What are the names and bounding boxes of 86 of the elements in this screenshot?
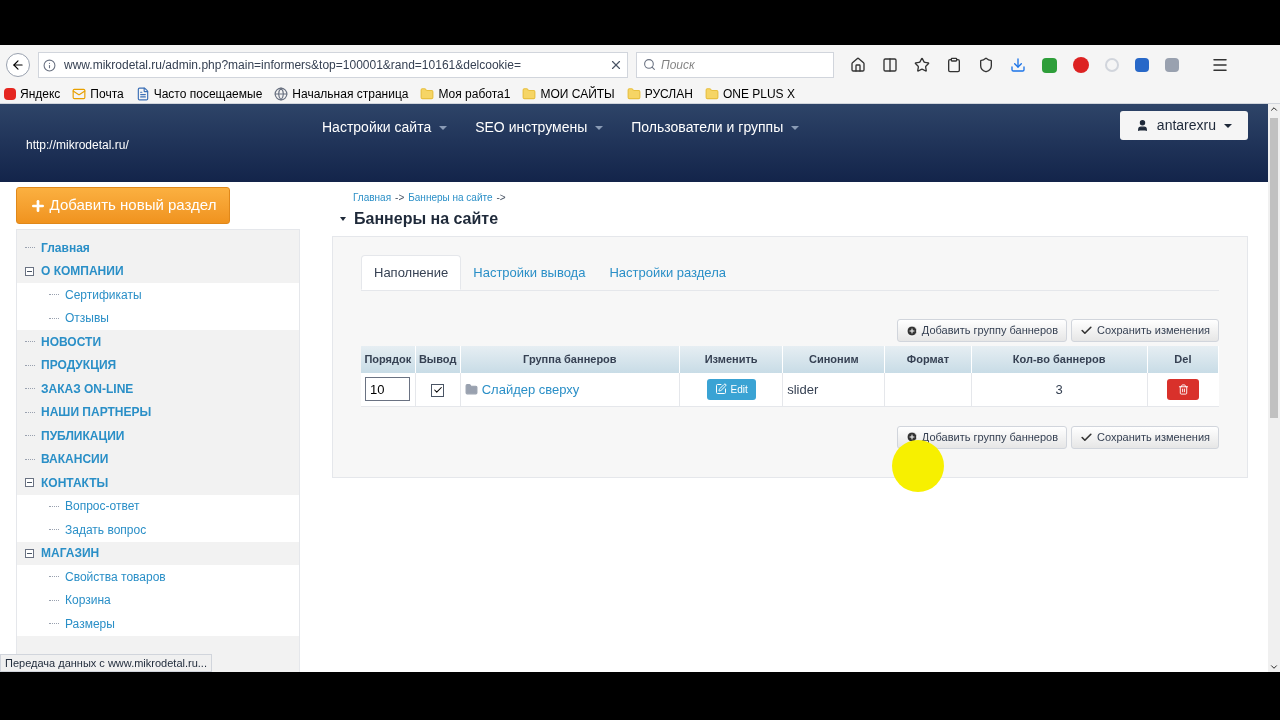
tree-link[interactable]: Корзина [65, 591, 111, 610]
edit-icon [714, 383, 727, 395]
collapse-toggle-icon[interactable] [25, 548, 34, 558]
menu-icon[interactable] [1211, 56, 1229, 74]
tree-link[interactable]: О КОМПАНИИ [41, 262, 124, 281]
caret-icon [340, 217, 346, 221]
table-cell: slider [782, 373, 885, 406]
collapse-toggle-icon[interactable] [25, 478, 34, 488]
bookmark-link[interactable]: Яндекс [4, 85, 61, 103]
nav-menu-item[interactable]: Настройки сайта [322, 117, 448, 138]
breadcrumb-separator: -> [496, 191, 506, 205]
bookmark-link[interactable]: Часто посещаемые [135, 85, 263, 103]
table-cell: 3 [971, 373, 1148, 406]
tree-link[interactable]: НАШИ ПАРТНЕРЫ [41, 403, 152, 422]
bookmark-link[interactable]: Начальная страница [274, 85, 409, 103]
order-input[interactable]: 10 [365, 377, 410, 402]
url-text: www.mikrodetal.ru/admin.php?main=informers&top=100001&rand=10161&delcookie= [64, 57, 522, 74]
nav-menu-item[interactable]: SEO инструмены [475, 117, 604, 138]
trash-icon [1177, 383, 1189, 395]
nav-menu-item[interactable]: Пользователи и группы [631, 117, 800, 138]
back-arrow-icon [11, 58, 25, 72]
bookmark-link[interactable]: Моя работа1 [420, 85, 511, 103]
sidebar-icon[interactable] [882, 57, 898, 73]
check-icon [1080, 324, 1094, 337]
tree-link[interactable]: ПУБЛИКАЦИИ [41, 426, 125, 445]
mail-icon [72, 87, 87, 101]
add-group-button[interactable]: Добавить группу баннеров [896, 425, 1068, 449]
bookmark-star-icon[interactable] [914, 57, 930, 73]
tree-link[interactable]: НОВОСТИ [41, 332, 102, 351]
check-icon [1080, 430, 1094, 444]
edit-button[interactable]: Edit [706, 378, 756, 400]
plus-circle-icon [905, 324, 918, 337]
add-group-button[interactable]: Добавить группу баннеров [896, 319, 1068, 342]
tab[interactable]: Наполнение [361, 255, 462, 290]
info-icon [43, 58, 56, 72]
tree-link[interactable]: Главная [41, 238, 90, 257]
tree-link[interactable]: КОНТАКТЫ [41, 473, 109, 492]
page-icon [135, 87, 150, 101]
plus-icon [29, 197, 46, 214]
scroll-up-icon[interactable] [1269, 104, 1279, 114]
tab[interactable]: Настройки вывода [461, 255, 598, 290]
scrollbar[interactable] [1268, 104, 1280, 672]
breadcrumb-link[interactable]: Баннеры на сайте [408, 190, 493, 205]
home-icon[interactable] [850, 57, 866, 73]
save-button[interactable]: Сохранить изменения [1071, 319, 1219, 342]
delete-button[interactable] [1167, 378, 1200, 400]
tree-link[interactable]: ВАКАНСИИ [41, 450, 109, 469]
clipboard-icon[interactable] [946, 57, 962, 73]
page-title: Баннеры на сайте [354, 209, 499, 229]
search-icon [643, 58, 656, 71]
close-icon[interactable] [609, 58, 623, 72]
bookmark-link[interactable]: РУСЛАН [626, 85, 693, 103]
collapse-toggle-icon[interactable] [25, 266, 34, 276]
scroll-down-icon[interactable] [1269, 662, 1279, 672]
breadcrumb-link[interactable]: Главная [353, 190, 392, 205]
search-field[interactable]: Поиск [636, 52, 834, 78]
globe-icon [274, 87, 289, 101]
bookmark-link[interactable]: МОИ САЙТЫ [522, 85, 615, 103]
tree-link[interactable]: ПРОДУКЦИЯ [41, 356, 117, 375]
add-section-button[interactable]: Добавить новый раздел [16, 187, 230, 224]
tab[interactable]: Настройки раздела [597, 255, 738, 290]
folder-icon [420, 87, 435, 101]
save-button[interactable]: Сохранить изменения [1071, 425, 1219, 449]
tree-link[interactable]: Отзывы [65, 309, 109, 328]
breadcrumb-separator: -> [395, 191, 405, 205]
folder-icon [704, 87, 719, 101]
status-text: Передача данных с www.mikrodetal.ru... [0, 653, 212, 672]
user-menu-button[interactable]: antarexru [1119, 111, 1248, 140]
caret-icon [595, 126, 604, 131]
tree-link[interactable]: Размеры [65, 614, 115, 633]
caret-icon [791, 126, 800, 131]
group-link[interactable]: Слайдер сверху [481, 379, 580, 399]
site-url: http://mikrodetal.ru/ [26, 137, 129, 154]
tree-link[interactable]: МАГАЗИН [41, 544, 100, 563]
address-bar[interactable]: www.mikrodetal.ru/admin.php?main=informers&top=100001&rand=10161&delcookie= [38, 52, 628, 78]
bookmark-link[interactable]: ONE PLUS X [704, 85, 795, 103]
folder-icon [522, 87, 537, 101]
folder-icon [464, 382, 478, 396]
caret-icon [439, 126, 448, 131]
back-button[interactable] [6, 53, 30, 77]
download-icon[interactable] [1010, 57, 1026, 73]
checkbox[interactable] [431, 383, 445, 397]
tree-link[interactable]: ЗАКАЗ ON-LINE [41, 379, 134, 398]
bookmark-link[interactable]: Почта [72, 85, 124, 103]
user-icon [1135, 119, 1149, 132]
folder-icon [626, 87, 641, 101]
